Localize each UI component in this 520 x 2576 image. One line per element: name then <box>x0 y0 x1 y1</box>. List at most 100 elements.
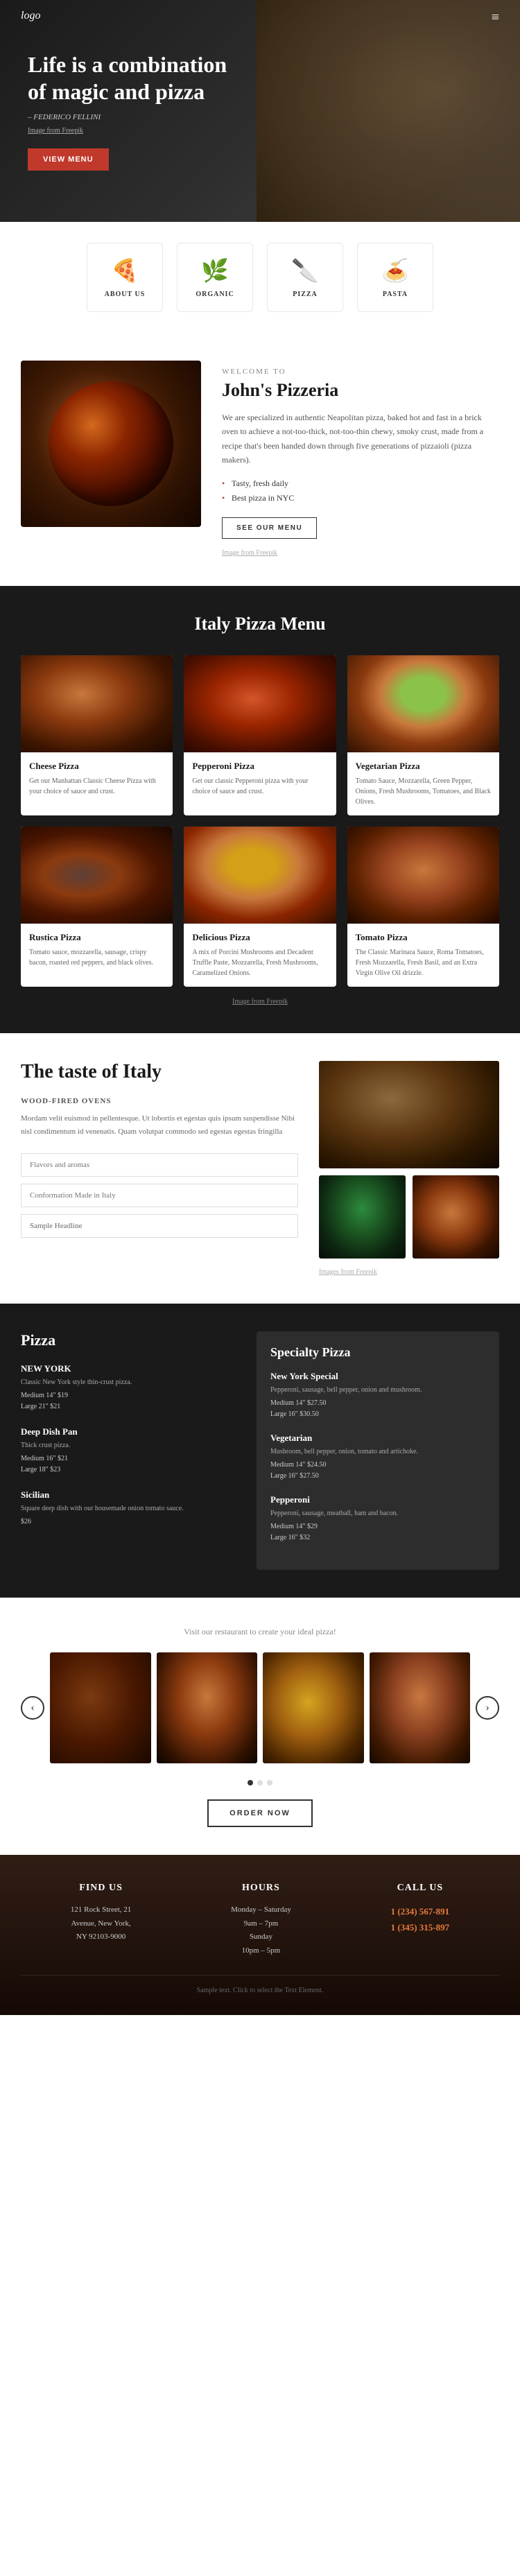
vegetarian-pizza-name: Vegetarian Pizza <box>356 761 491 772</box>
dot-1[interactable] <box>248 1780 253 1786</box>
footer-divider <box>21 1975 499 1976</box>
pepperoni-pizza-desc: Get our classic Pepperoni pizza with you… <box>192 776 327 797</box>
gallery-image-2 <box>157 1652 258 1763</box>
hero-background-image <box>257 0 520 222</box>
welcome-subtitle: WELCOME TO <box>222 368 499 376</box>
tomato-pizza-desc: The Classic Marinara Sauce, Roma Tomatoe… <box>356 947 491 978</box>
footer-call-us: CALL US 1 (234) 567-891 1 (345) 315-897 <box>391 1883 450 1958</box>
taste-wood-fired-label: Wood-fired ovens <box>21 1097 298 1105</box>
flavors-input[interactable] <box>21 1153 298 1177</box>
order-now-button[interactable]: ORDER NOW <box>207 1799 313 1827</box>
taste-small-image-2 <box>413 1175 499 1259</box>
bullet-2: Best pizza in NYC <box>222 493 499 503</box>
specialty-pepperoni-price: Medium 14" $29 Large 16" $32 <box>270 1521 485 1544</box>
logo: logo <box>21 10 40 22</box>
organic-card[interactable]: 🌿 ORGANIC <box>177 243 253 312</box>
pizza-item-sicilian: Sicilian Square deep dish with our house… <box>21 1489 236 1528</box>
visit-section: Visit our restaurant to create your idea… <box>0 1598 520 1855</box>
menu-card-rustica[interactable]: Rustica Pizza Tomato sauce, mozzarella, … <box>21 827 173 987</box>
pizza-deep-dish-name: Deep Dish Pan <box>21 1426 236 1437</box>
icons-row: 🍕 ABOUT US 🌿 ORGANIC 🔪 PIZZA 🍝 PASTA <box>0 222 520 333</box>
welcome-title: John's Pizzeria <box>222 380 499 401</box>
menu-card-cheese[interactable]: Cheese Pizza Get our Manhattan Classic C… <box>21 655 173 815</box>
welcome-description: We are specialized in authentic Neapolit… <box>222 410 499 467</box>
delicious-pizza-desc: A mix of Porcini Mushrooms and Decadent … <box>192 947 327 978</box>
taste-title: The taste of Italy <box>21 1061 298 1083</box>
footer-find-us: FIND US 121 Rock Street, 21 Avenue, New … <box>71 1883 131 1958</box>
hamburger-icon[interactable]: ≡ <box>492 10 499 26</box>
rustica-pizza-image <box>21 827 173 924</box>
pizza-sicilian-name: Sicilian <box>21 1489 236 1501</box>
pasta-icon: 🍝 <box>381 257 409 284</box>
menu-card-tomato[interactable]: Tomato Pizza The Classic Marinara Sauce,… <box>347 827 499 987</box>
rustica-pizza-name: Rustica Pizza <box>29 932 164 943</box>
menu-grid: Cheese Pizza Get our Manhattan Classic C… <box>21 655 499 987</box>
welcome-bullets: Tasty, fresh daily Best pizza in NYC <box>222 478 499 503</box>
pasta-label: PASTA <box>383 291 408 298</box>
view-menu-button[interactable]: VIEW MENU <box>28 148 109 171</box>
welcome-section: WELCOME TO John's Pizzeria We are specia… <box>0 333 520 586</box>
specialty-title: Specialty Pizza <box>270 1345 485 1360</box>
slider-dots <box>21 1780 499 1786</box>
taste-images-credit[interactable]: Images from Freepik <box>319 1268 499 1276</box>
footer: FIND US 121 Rock Street, 21 Avenue, New … <box>0 1855 520 2015</box>
phone-1[interactable]: 1 (234) 567-891 <box>391 1903 450 1919</box>
gallery-image-1 <box>50 1652 151 1763</box>
tomato-pizza-name: Tomato Pizza <box>356 932 491 943</box>
hero-section: logo ≡ Life is a combination of magic an… <box>0 0 520 222</box>
gallery-slider: ‹ › <box>21 1652 499 1763</box>
welcome-image-credit[interactable]: Image from Freepik <box>222 549 277 557</box>
pizza-new-york-name: NEW YORK <box>21 1363 236 1374</box>
taste-small-image-1 <box>319 1175 406 1259</box>
phone-2[interactable]: 1 (345) 315-897 <box>391 1919 450 1935</box>
specialty-pepperoni-desc: Pepperoni, sausage, meatball, ham and ba… <box>270 1508 485 1519</box>
find-us-title: FIND US <box>71 1883 131 1894</box>
gallery-prev-arrow[interactable]: ‹ <box>21 1696 44 1720</box>
pizza-sicilian-price: $26 <box>21 1516 236 1528</box>
gallery-next-arrow[interactable]: › <box>476 1696 499 1720</box>
taste-section: The taste of Italy Wood-fired ovens Mord… <box>0 1033 520 1304</box>
hours-title: HOURS <box>231 1883 291 1894</box>
specialty-vegetarian-desc: Mushroom, bell pepper, onion, tomato and… <box>270 1446 485 1457</box>
hero-image-credit[interactable]: Image from Freepik <box>28 127 236 135</box>
pasta-card[interactable]: 🍝 PASTA <box>357 243 433 312</box>
pizza-new-york-desc: Classic New York style thin-crust pizza. <box>21 1377 236 1388</box>
specialty-pepperoni-name: Pepperoni <box>270 1494 485 1505</box>
taste-wood-fired-text: Mordam velit euismod in pellentesque. Ut… <box>21 1112 298 1140</box>
dot-2[interactable] <box>257 1780 263 1786</box>
conformation-input[interactable] <box>21 1184 298 1207</box>
pizza-menu-dark-section: Pizza NEW YORK Classic New York style th… <box>0 1304 520 1598</box>
taste-large-image <box>319 1061 499 1168</box>
about-us-card[interactable]: 🍕 ABOUT US <box>87 243 163 312</box>
sample-headline-select[interactable]: Sample Headline <box>21 1214 298 1238</box>
visit-text: Visit our restaurant to create your idea… <box>21 1625 499 1639</box>
organic-icon: 🌿 <box>201 257 229 284</box>
specialty-ny-special-desc: Pepperoni, sausage, bell pepper, onion a… <box>270 1385 485 1395</box>
pizza-col-title: Pizza <box>21 1331 236 1349</box>
vegetarian-pizza-desc: Tomato Sauce, Mozzarella, Green Pepper, … <box>356 776 491 807</box>
rustica-pizza-desc: Tomato sauce, mozzarella, sausage, crisp… <box>29 947 164 968</box>
menu-card-pepperoni[interactable]: Pepperoni Pizza Get our classic Pepperon… <box>184 655 336 815</box>
pizza-card[interactable]: 🔪 PIZZA <box>267 243 343 312</box>
about-us-icon: 🍕 <box>111 257 139 284</box>
pepperoni-pizza-image <box>184 655 336 752</box>
menu-card-delicious[interactable]: Delicious Pizza A mix of Porcini Mushroo… <box>184 827 336 987</box>
pizza-icon: 🔪 <box>291 257 319 284</box>
pizza-new-york-price: Medium 14" $19 Large 21" $21 <box>21 1390 236 1412</box>
hours-text: Monday – Saturday 9am – 7pm Sunday 10pm … <box>231 1903 291 1958</box>
call-us-title: CALL US <box>391 1883 450 1894</box>
pepperoni-pizza-name: Pepperoni Pizza <box>192 761 327 772</box>
see-menu-button[interactable]: SEE OUR MENU <box>222 517 317 539</box>
gallery-images <box>50 1652 470 1763</box>
menu-card-vegetarian[interactable]: Vegetarian Pizza Tomato Sauce, Mozzarell… <box>347 655 499 815</box>
hero-title: Life is a combination of magic and pizza <box>28 51 236 105</box>
menu-image-credit[interactable]: Image from Freepik <box>21 998 499 1005</box>
organic-label: ORGANIC <box>196 291 234 298</box>
hero-author: – FEDERICO FELLINI <box>28 113 236 121</box>
delicious-pizza-image <box>184 827 336 924</box>
menu-title: Italy Pizza Menu <box>21 614 499 634</box>
footer-columns: FIND US 121 Rock Street, 21 Avenue, New … <box>21 1883 499 1958</box>
footer-hours: HOURS Monday – Saturday 9am – 7pm Sunday… <box>231 1883 291 1958</box>
dot-3[interactable] <box>267 1780 272 1786</box>
cheese-pizza-desc: Get our Manhattan Classic Cheese Pizza w… <box>29 776 164 797</box>
